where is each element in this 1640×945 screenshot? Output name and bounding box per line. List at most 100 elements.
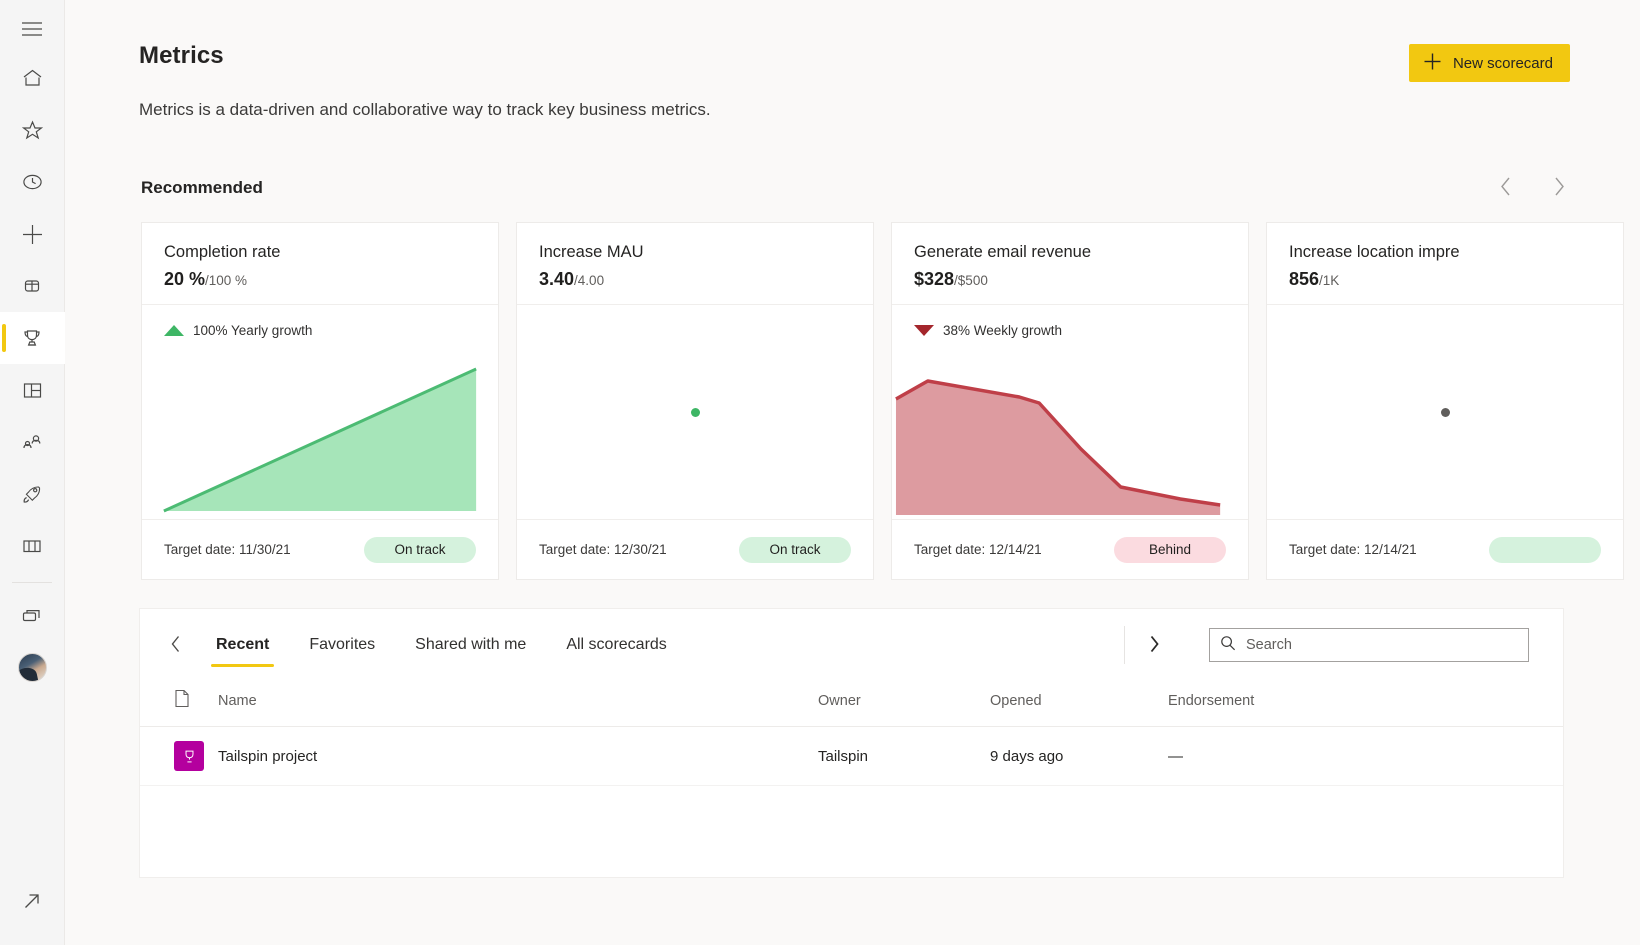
column-header-opened[interactable]: Opened	[990, 681, 1168, 727]
external-link-button[interactable]	[0, 875, 65, 927]
tabs-prev-button[interactable]	[160, 630, 190, 660]
card-target-value: /1K	[1319, 273, 1340, 288]
scorecards-panel: Recent Favorites Shared with me All scor…	[139, 608, 1564, 878]
carousel-next-button[interactable]	[1548, 177, 1570, 199]
column-header-icon	[140, 681, 218, 727]
tab-all-scorecards[interactable]: All scorecards	[546, 623, 686, 667]
status-badge: On track	[739, 536, 851, 563]
panel-tab-row-right	[1124, 626, 1529, 664]
card-current-value: 3.40	[539, 269, 575, 289]
tab-recent[interactable]: Recent	[196, 623, 289, 667]
trend-down-icon	[914, 324, 934, 336]
main-content: Metrics Metrics is a data-driven and col…	[65, 0, 1640, 945]
card-growth: 38% Weekly growth	[892, 321, 1248, 339]
sidebar-item-recent[interactable]	[0, 156, 65, 208]
sidebar-item-home[interactable]	[0, 52, 65, 104]
carousel-controls	[1494, 177, 1570, 199]
card-target-value: /$500	[954, 273, 988, 288]
card-title: Completion rate	[164, 243, 281, 261]
document-icon	[174, 689, 190, 712]
card-title: Generate email revenue	[914, 243, 1092, 261]
table-row[interactable]: Tailspin project Tailspin 9 days ago —	[140, 726, 1563, 786]
new-scorecard-button[interactable]: New scorecard	[1408, 44, 1570, 82]
card-target-date: Target date: 12/14/21	[1289, 542, 1417, 557]
tab-divider	[1124, 626, 1125, 664]
row-name[interactable]: Tailspin project	[218, 726, 818, 786]
card-sparkline	[1267, 305, 1623, 519]
sidebar-item-my-workspace[interactable]	[0, 589, 65, 641]
card-value: 856/1K	[1289, 269, 1601, 290]
sidebar-item-create[interactable]	[0, 208, 65, 260]
column-header-name[interactable]: Name	[218, 681, 818, 727]
column-header-endorsement[interactable]: Endorsement	[1168, 681, 1563, 727]
page-subtitle: Metrics is a data-driven and collaborati…	[139, 100, 711, 119]
page-header: Metrics Metrics is a data-driven and col…	[65, 0, 1640, 120]
card-header: Increase location impre 856/1K	[1267, 223, 1623, 305]
search-icon	[1220, 635, 1236, 656]
scorecard-card[interactable]: Increase MAU 3.40/4.00 Target date: 12/3…	[516, 222, 874, 580]
search-field[interactable]	[1246, 637, 1518, 653]
panel-tabs: Recent Favorites Shared with me All scor…	[196, 623, 687, 667]
data-point-dot	[1440, 407, 1450, 417]
card-body: 38% Weekly growth	[892, 305, 1248, 519]
card-body	[1267, 305, 1623, 519]
scorecard-card[interactable]: Increase location impre 856/1K Target da…	[1266, 222, 1624, 580]
card-title: Increase MAU	[539, 243, 644, 261]
search-input[interactable]	[1209, 628, 1529, 662]
data-point-dot	[690, 407, 700, 417]
card-current-value: $328	[914, 269, 955, 289]
avatar-image	[17, 652, 47, 682]
sidebar-item-datahub[interactable]	[0, 260, 65, 312]
avatar[interactable]	[0, 641, 65, 693]
card-header: Generate email revenue $328/$500	[892, 223, 1248, 305]
book-icon	[21, 537, 43, 555]
tab-shared-with-me[interactable]: Shared with me	[395, 623, 546, 667]
card-target-value: /4.00	[574, 273, 605, 288]
left-nav-rail	[0, 0, 65, 945]
card-target-date: Target date: 11/30/21	[164, 542, 291, 557]
card-current-value: 20 %	[164, 269, 206, 289]
chevron-left-icon	[170, 635, 181, 656]
column-header-owner[interactable]: Owner	[818, 681, 990, 727]
trophy-icon	[21, 328, 43, 348]
scorecards-table: Name Owner Opened Endorsement Tailspin p…	[140, 681, 1563, 786]
card-body: 100% Yearly growth	[142, 305, 498, 519]
sidebar-item-goals[interactable]	[0, 312, 65, 364]
sidebar-item-deployment-pipelines[interactable]	[0, 416, 65, 468]
tab-favorites[interactable]: Favorites	[289, 623, 395, 667]
card-value: 20 %/100 %	[164, 269, 476, 290]
card-footer: Target date: 11/30/21 On track	[142, 519, 498, 579]
table-header-row: Name Owner Opened Endorsement	[140, 681, 1563, 727]
card-target-value: /100 %	[205, 273, 248, 288]
star-icon	[21, 120, 43, 140]
sidebar-item-learn[interactable]	[0, 468, 65, 520]
workspace-icon	[21, 607, 43, 624]
hamburger-menu-icon[interactable]	[0, 6, 65, 52]
sidebar-item-favorites[interactable]	[0, 104, 65, 156]
rocket-icon	[21, 484, 43, 504]
row-endorsement: —	[1168, 726, 1563, 786]
sidebar-item-workspaces[interactable]	[0, 520, 65, 572]
card-growth: 100% Yearly growth	[142, 321, 498, 339]
tabs-next-button[interactable]	[1139, 630, 1169, 660]
card-sparkline	[142, 349, 498, 519]
apps-icon	[22, 381, 43, 400]
card-sparkline	[892, 349, 1248, 519]
pipelines-icon	[21, 433, 43, 452]
recommended-title: Recommended	[141, 178, 263, 197]
carousel-prev-button[interactable]	[1494, 177, 1516, 199]
recommended-header: Recommended	[65, 177, 1640, 199]
card-footer: Target date: 12/14/21	[1267, 519, 1623, 579]
scorecard-card[interactable]: Generate email revenue $328/$500 38% Wee…	[891, 222, 1249, 580]
status-badge: On track	[364, 536, 476, 563]
sidebar-item-apps[interactable]	[0, 364, 65, 416]
trend-up-icon	[164, 324, 184, 336]
scorecard-card[interactable]: Completion rate 20 %/100 % 100% Yearly g…	[141, 222, 499, 580]
card-current-value: 856	[1289, 269, 1320, 289]
row-opened: 9 days ago	[990, 726, 1168, 786]
clock-icon	[22, 172, 43, 192]
card-target-date: Target date: 12/14/21	[914, 542, 1042, 557]
card-title: Increase location impre	[1289, 243, 1460, 261]
status-badge	[1489, 536, 1601, 563]
status-badge: Behind	[1114, 536, 1226, 563]
